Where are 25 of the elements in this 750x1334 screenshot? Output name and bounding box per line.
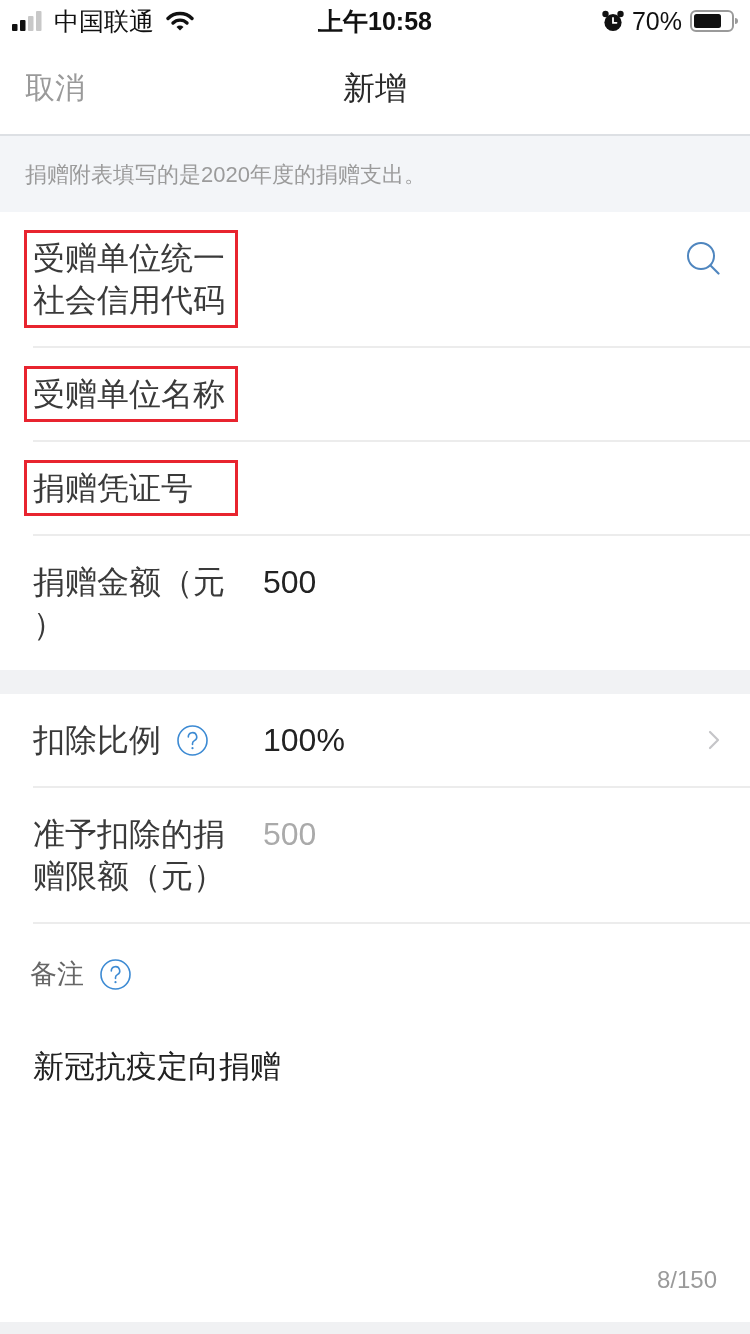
field-label: 捐赠金额（元） xyxy=(33,563,226,644)
field-label: 准予扣除的捐赠限额（元） xyxy=(33,815,226,896)
field-label: 扣除比例 xyxy=(33,721,161,760)
field-label: 捐赠凭证号 xyxy=(33,469,193,508)
remark-textarea[interactable]: 新冠抗疫定向捐赠 xyxy=(33,1045,720,1264)
wifi-icon xyxy=(166,11,194,31)
notice-banner: 捐赠附表填写的是2020年度的捐赠支出。 xyxy=(0,136,750,212)
search-icon[interactable] xyxy=(686,241,720,275)
character-counter: 8/150 xyxy=(656,1265,717,1295)
help-icon[interactable] xyxy=(177,724,208,756)
select-field[interactable]: 100% xyxy=(263,719,345,761)
help-icon[interactable] xyxy=(100,958,131,990)
chevron-right-icon xyxy=(708,730,720,750)
readonly-value: 500 xyxy=(263,815,317,854)
alarm-clock-icon xyxy=(601,10,624,32)
status-time: 上午10:58 xyxy=(318,6,432,36)
carrier-name: 中国联通 xyxy=(54,6,154,36)
battery-icon xyxy=(690,10,738,32)
battery-percent: 70% xyxy=(631,6,682,36)
remark-label: 备注 xyxy=(30,958,84,991)
page-title: 新增 xyxy=(343,69,407,108)
input-field[interactable]: 500 xyxy=(263,561,720,603)
field-label: 受赠单位名称 xyxy=(33,375,225,414)
signal-icon xyxy=(12,11,42,31)
field-label: 受赠单位统一社会信用代码 xyxy=(33,239,226,320)
